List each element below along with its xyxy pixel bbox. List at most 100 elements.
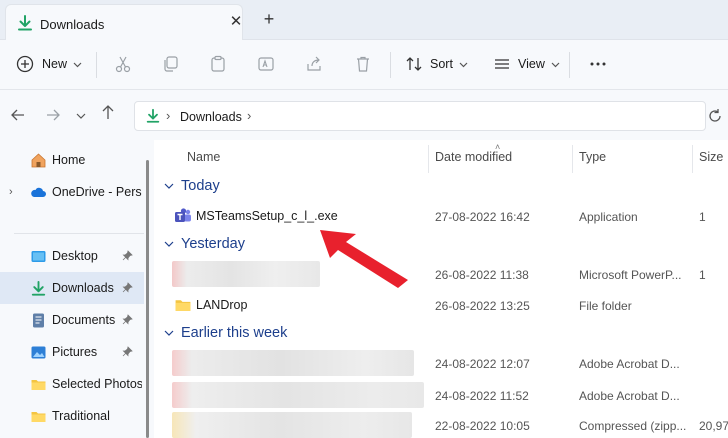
share-icon bbox=[307, 56, 321, 71]
file-type: File folder bbox=[579, 299, 632, 313]
file-date: 22-08-2022 10:05 bbox=[435, 419, 530, 433]
pin-icon[interactable] bbox=[122, 346, 133, 357]
file-row-blurred[interactable]: 22-08-2022 10:05 Compressed (zipp... 20,… bbox=[156, 410, 728, 438]
file-name: MSTeamsSetup_c_l_.exe bbox=[196, 209, 338, 223]
pin-icon[interactable] bbox=[122, 250, 133, 261]
sidebar-item-desktop[interactable]: Desktop bbox=[0, 240, 144, 272]
tab-bar: Downloads ✕ + bbox=[0, 0, 728, 41]
view-label: View bbox=[518, 57, 545, 71]
chevron-down-icon bbox=[73, 62, 82, 67]
documents-icon bbox=[33, 313, 44, 328]
sidebar-item-label: OneDrive - Personal bbox=[52, 185, 142, 199]
paste-button[interactable] bbox=[209, 48, 227, 80]
sidebar-item-label: Selected Photos bbox=[52, 377, 142, 391]
address-row: › Downloads › bbox=[0, 90, 728, 140]
group-header-yesterday[interactable]: Yesterday bbox=[164, 236, 245, 252]
file-size: 1 bbox=[699, 210, 706, 224]
tab-downloads[interactable]: Downloads ✕ bbox=[5, 4, 243, 41]
sidebar-scrollbar[interactable] bbox=[146, 160, 149, 438]
file-row-blurred[interactable]: 26-08-2022 11:38 Microsoft PowerP... 1 bbox=[156, 259, 728, 289]
column-divider[interactable] bbox=[428, 145, 429, 173]
tab-title: Downloads bbox=[40, 17, 105, 32]
rename-icon bbox=[258, 57, 274, 71]
file-size: 20,97 bbox=[699, 419, 728, 433]
view-icon bbox=[495, 59, 509, 69]
chevron-down-icon bbox=[551, 62, 560, 67]
plus-icon[interactable]: + bbox=[260, 10, 278, 28]
file-type: Adobe Acrobat D... bbox=[579, 357, 680, 371]
pin-icon[interactable] bbox=[122, 314, 133, 325]
group-label: Today bbox=[181, 178, 220, 194]
chevron-down-icon[interactable] bbox=[74, 106, 88, 124]
folder-icon bbox=[31, 380, 46, 390]
delete-button[interactable] bbox=[354, 48, 372, 80]
divider bbox=[390, 52, 391, 78]
chevron-right-icon[interactable]: › bbox=[247, 108, 251, 123]
sort-icon bbox=[406, 57, 422, 71]
desktop-icon bbox=[31, 251, 46, 262]
file-size: 1 bbox=[699, 268, 706, 282]
view-button[interactable]: View bbox=[493, 48, 560, 80]
chevron-down-icon bbox=[164, 183, 174, 189]
copy-button[interactable] bbox=[162, 48, 180, 80]
cloud-icon bbox=[31, 187, 46, 197]
file-type: Compressed (zipp... bbox=[579, 419, 687, 433]
download-icon bbox=[146, 108, 160, 123]
download-icon bbox=[18, 15, 32, 31]
cut-button[interactable] bbox=[114, 48, 132, 80]
download-icon bbox=[31, 280, 46, 296]
delete-icon bbox=[357, 56, 369, 72]
chevron-down-icon bbox=[459, 62, 468, 67]
file-date: 26-08-2022 13:25 bbox=[435, 299, 530, 313]
column-header-size[interactable]: Size bbox=[699, 150, 723, 164]
cut-icon bbox=[115, 56, 131, 73]
back-arrow-icon[interactable] bbox=[9, 106, 27, 124]
file-row-msteams[interactable]: MSTeamsSetup_c_l_.exe 27-08-2022 16:42 A… bbox=[156, 201, 728, 231]
divider bbox=[569, 52, 570, 78]
sidebar-item-selected-photos[interactable]: Selected Photos bbox=[0, 368, 144, 400]
file-date: 24-08-2022 12:07 bbox=[435, 357, 530, 371]
sort-button[interactable]: Sort bbox=[405, 48, 468, 80]
sidebar-item-downloads[interactable]: Downloads bbox=[0, 272, 144, 304]
paste-icon bbox=[211, 55, 225, 72]
column-divider[interactable] bbox=[692, 145, 693, 173]
teams-icon bbox=[175, 208, 191, 222]
sort-label: Sort bbox=[430, 57, 453, 71]
sidebar-item-documents[interactable]: Documents bbox=[0, 304, 144, 336]
pin-icon[interactable] bbox=[122, 282, 133, 293]
file-row-landrop[interactable]: LANDrop 26-08-2022 13:25 File folder bbox=[156, 290, 728, 320]
close-icon[interactable]: ✕ bbox=[228, 14, 244, 30]
column-header-name[interactable]: Name bbox=[187, 150, 220, 164]
more-button[interactable] bbox=[589, 48, 607, 80]
new-button[interactable]: New bbox=[16, 48, 82, 80]
sidebar-item-onedrive[interactable]: › OneDrive - Personal bbox=[0, 176, 144, 208]
file-date: 24-08-2022 11:52 bbox=[435, 389, 529, 403]
file-date: 26-08-2022 11:38 bbox=[435, 268, 529, 282]
file-type: Microsoft PowerP... bbox=[579, 268, 682, 282]
folder-icon bbox=[175, 300, 191, 311]
share-button[interactable] bbox=[305, 48, 323, 80]
breadcrumb-downloads[interactable]: Downloads bbox=[180, 110, 242, 124]
group-label: Yesterday bbox=[181, 236, 245, 252]
file-row-blurred[interactable]: 24-08-2022 12:07 Adobe Acrobat D... bbox=[156, 348, 728, 378]
chevron-right-icon[interactable]: › bbox=[9, 186, 13, 198]
group-header-earlier-this-week[interactable]: Earlier this week bbox=[164, 325, 287, 341]
group-header-today[interactable]: Today bbox=[164, 178, 220, 194]
forward-arrow-icon[interactable] bbox=[44, 106, 62, 124]
address-bar[interactable]: › Downloads › bbox=[134, 101, 706, 131]
redacted-file-name bbox=[172, 382, 424, 408]
column-header-date[interactable]: Date modified bbox=[435, 150, 512, 164]
navigation-pane: Home › OneDrive - Personal Desktop Downl… bbox=[0, 140, 154, 438]
rename-button[interactable] bbox=[257, 48, 275, 80]
chevron-right-icon[interactable]: › bbox=[166, 108, 170, 123]
sidebar-item-home[interactable]: Home bbox=[0, 144, 144, 176]
file-row-blurred[interactable]: 24-08-2022 11:52 Adobe Acrobat D... bbox=[156, 380, 728, 410]
sidebar-item-traditional[interactable]: Traditional bbox=[0, 400, 144, 432]
refresh-icon[interactable] bbox=[706, 107, 724, 125]
sidebar-item-pictures[interactable]: Pictures bbox=[0, 336, 144, 368]
up-arrow-icon[interactable] bbox=[99, 103, 117, 121]
redacted-file-name bbox=[172, 412, 412, 438]
column-divider[interactable] bbox=[572, 145, 573, 173]
column-header-type[interactable]: Type bbox=[579, 150, 606, 164]
file-list: ˄ Name Date modified Type Size Today MST… bbox=[156, 140, 728, 438]
